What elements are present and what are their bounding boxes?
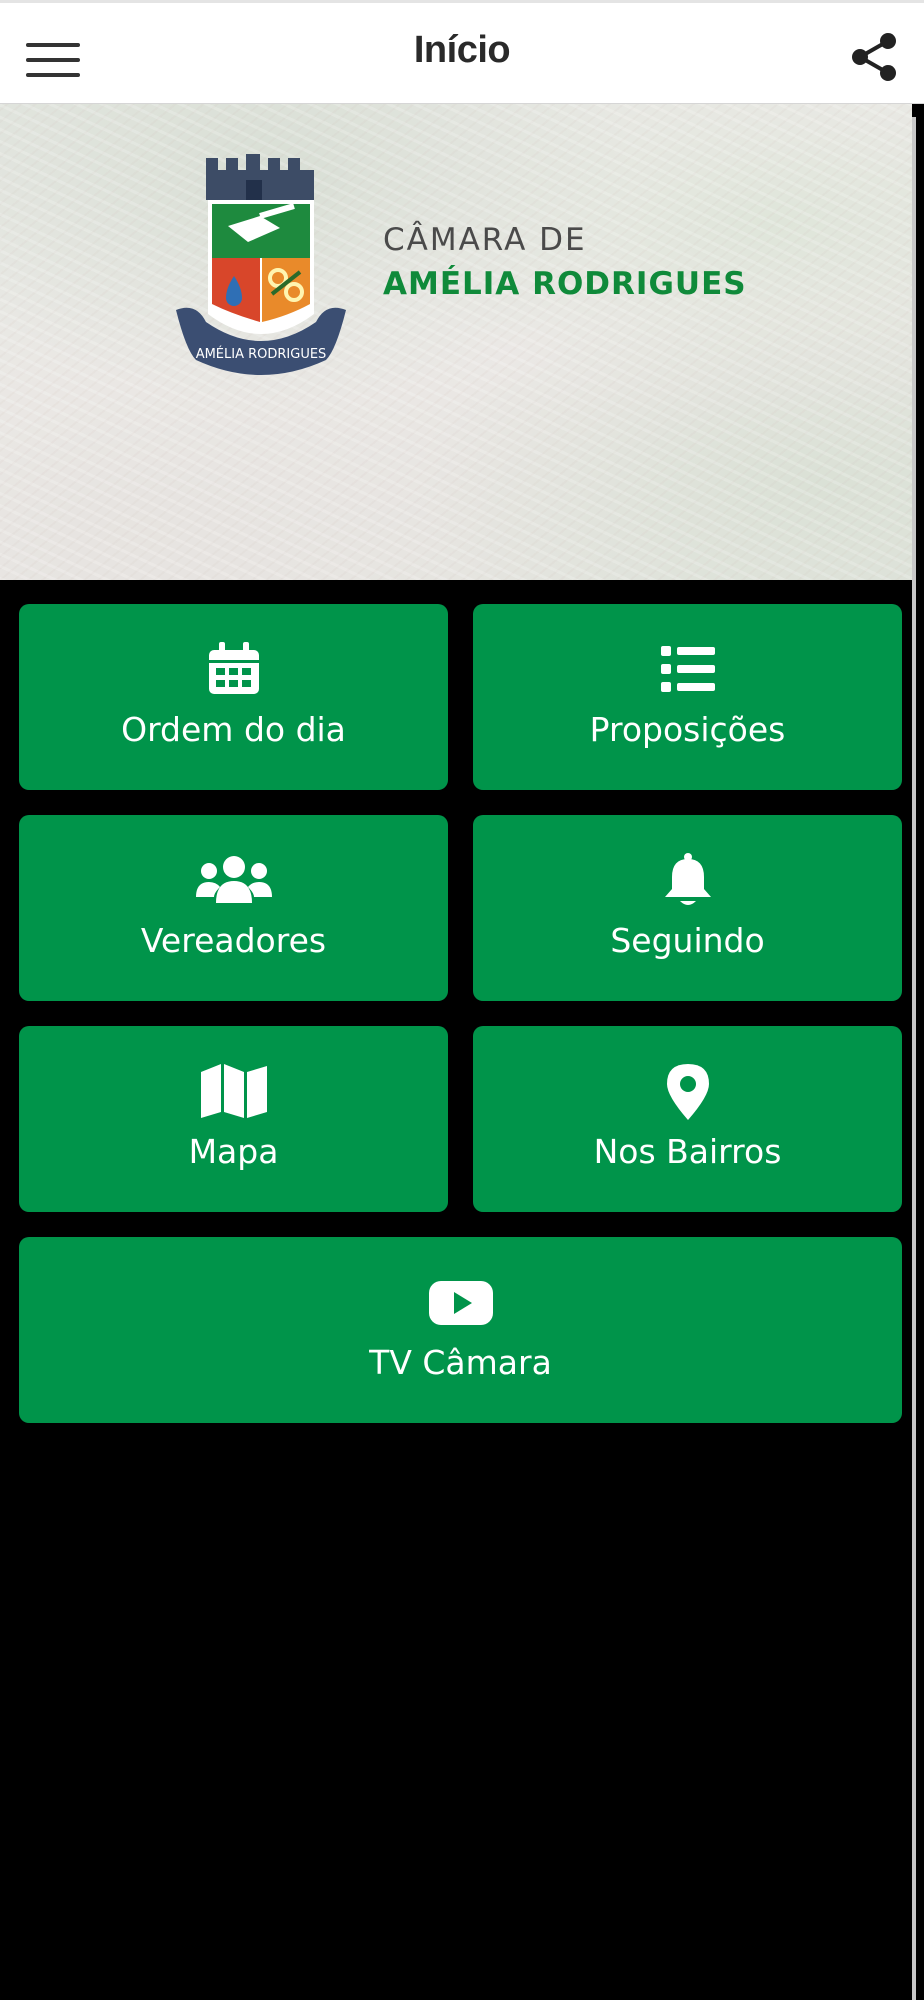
tile-label: Seguindo — [610, 921, 765, 960]
tile-tv-camara[interactable]: TV Câmara — [19, 1237, 902, 1423]
top-app-bar: Início — [0, 0, 924, 104]
tile-label: Ordem do dia — [121, 710, 346, 749]
hero-title-line1: CÂMARA DE — [383, 222, 587, 258]
scrollbar[interactable] — [912, 117, 916, 2000]
youtube-icon — [428, 1281, 493, 1325]
share-button[interactable] — [846, 29, 902, 85]
tile-vereadores[interactable]: Vereadores — [19, 815, 448, 1001]
tile-label: Proposições — [589, 710, 786, 749]
municipal-crest-logo: AMÉLIA RODRIGUES — [176, 154, 346, 375]
tile-nos-bairros[interactable]: Nos Bairros — [473, 1026, 902, 1212]
list-icon — [660, 646, 715, 692]
bell-icon — [664, 853, 711, 905]
photo-overlay — [0, 104, 912, 580]
calendar-icon — [208, 642, 259, 694]
hero-title-line2: AMÉLIA RODRIGUES — [383, 266, 747, 302]
tile-label: Nos Bairros — [593, 1132, 782, 1171]
tile-label: Mapa — [188, 1132, 279, 1171]
users-icon — [195, 856, 272, 903]
crest-caption: AMÉLIA RODRIGUES — [196, 346, 327, 362]
page-title: Início — [413, 29, 511, 71]
hamburger-line — [26, 73, 80, 77]
tile-proposicoes[interactable]: Proposições — [473, 604, 902, 790]
map-pin-icon — [666, 1064, 709, 1120]
tile-ordem-do-dia[interactable]: Ordem do dia — [19, 604, 448, 790]
tile-mapa[interactable]: Mapa — [19, 1026, 448, 1212]
tile-label: Vereadores — [140, 921, 327, 960]
share-icon — [852, 33, 896, 81]
hero-banner: AMÉLIA RODRIGUES CÂMARA DE AMÉLIA RODRIG… — [0, 104, 912, 580]
tile-label: TV Câmara — [369, 1343, 552, 1382]
tile-seguindo[interactable]: Seguindo — [473, 815, 902, 1001]
map-icon — [200, 1064, 267, 1118]
